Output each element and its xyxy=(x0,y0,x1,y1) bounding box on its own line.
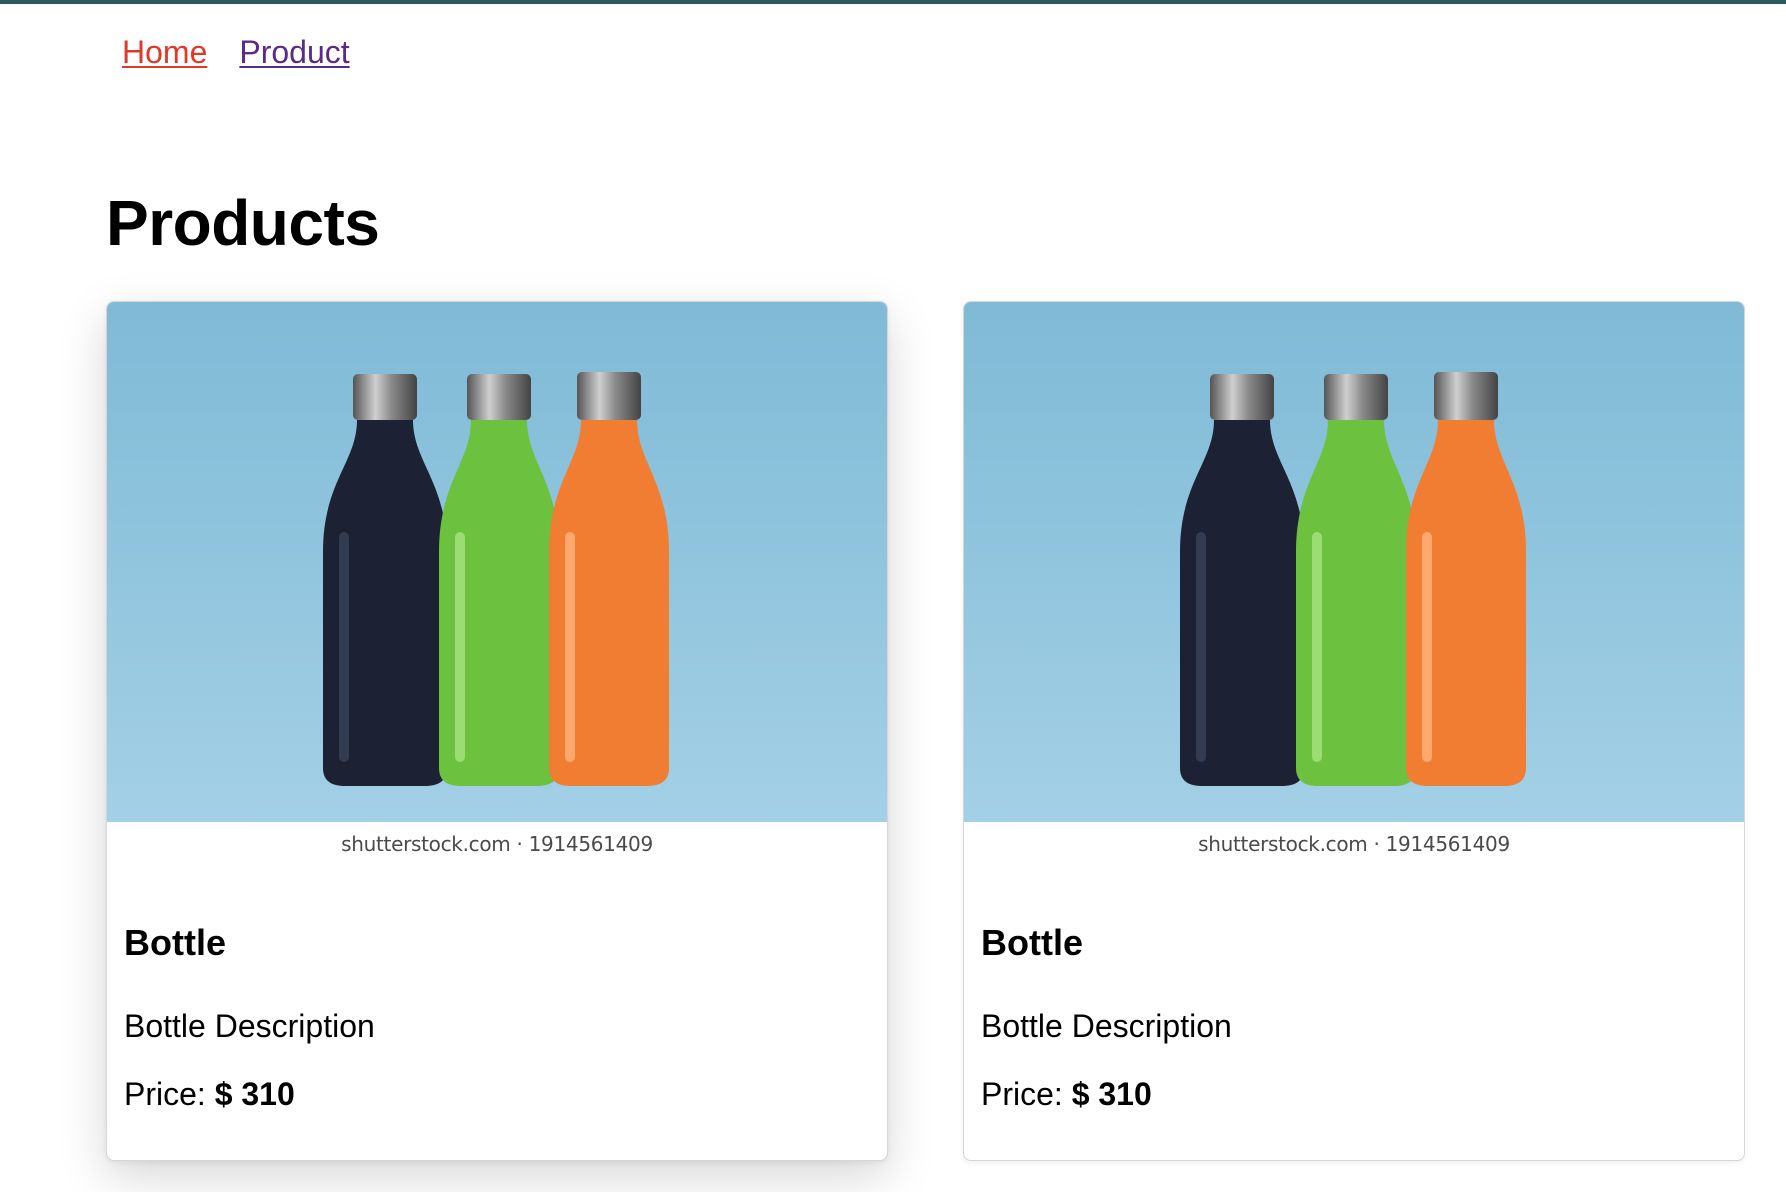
three-bottles-image xyxy=(964,302,1744,822)
product-name: Bottle xyxy=(124,922,226,963)
product-card[interactable]: shutterstock.com · 1914561409 Bottle Bot… xyxy=(963,301,1745,1161)
price-label: Price: xyxy=(124,1076,206,1112)
nav-link-home[interactable]: Home xyxy=(122,34,207,71)
page-title: Products xyxy=(106,187,380,259)
price-amount: $ 310 xyxy=(214,1076,295,1112)
product-price: Price: $ 310 xyxy=(124,1076,295,1113)
nav-link-product[interactable]: Product xyxy=(239,34,349,71)
price-amount: $ 310 xyxy=(1071,1076,1152,1112)
image-caption: shutterstock.com · 1914561409 xyxy=(1198,832,1510,856)
top-nav: Home Product xyxy=(122,34,350,71)
product-card[interactable]: shutterstock.com · 1914561409 Bottle Bot… xyxy=(106,301,888,1161)
product-name: Bottle xyxy=(981,922,1083,963)
product-description: Bottle Description xyxy=(124,1008,375,1044)
price-label: Price: xyxy=(981,1076,1063,1112)
image-caption: shutterstock.com · 1914561409 xyxy=(341,832,653,856)
three-bottles-image xyxy=(107,302,887,822)
product-image xyxy=(107,302,887,822)
product-image xyxy=(964,302,1744,822)
product-price: Price: $ 310 xyxy=(981,1076,1152,1113)
top-accent-strip xyxy=(0,0,1786,4)
product-description: Bottle Description xyxy=(981,1008,1232,1044)
